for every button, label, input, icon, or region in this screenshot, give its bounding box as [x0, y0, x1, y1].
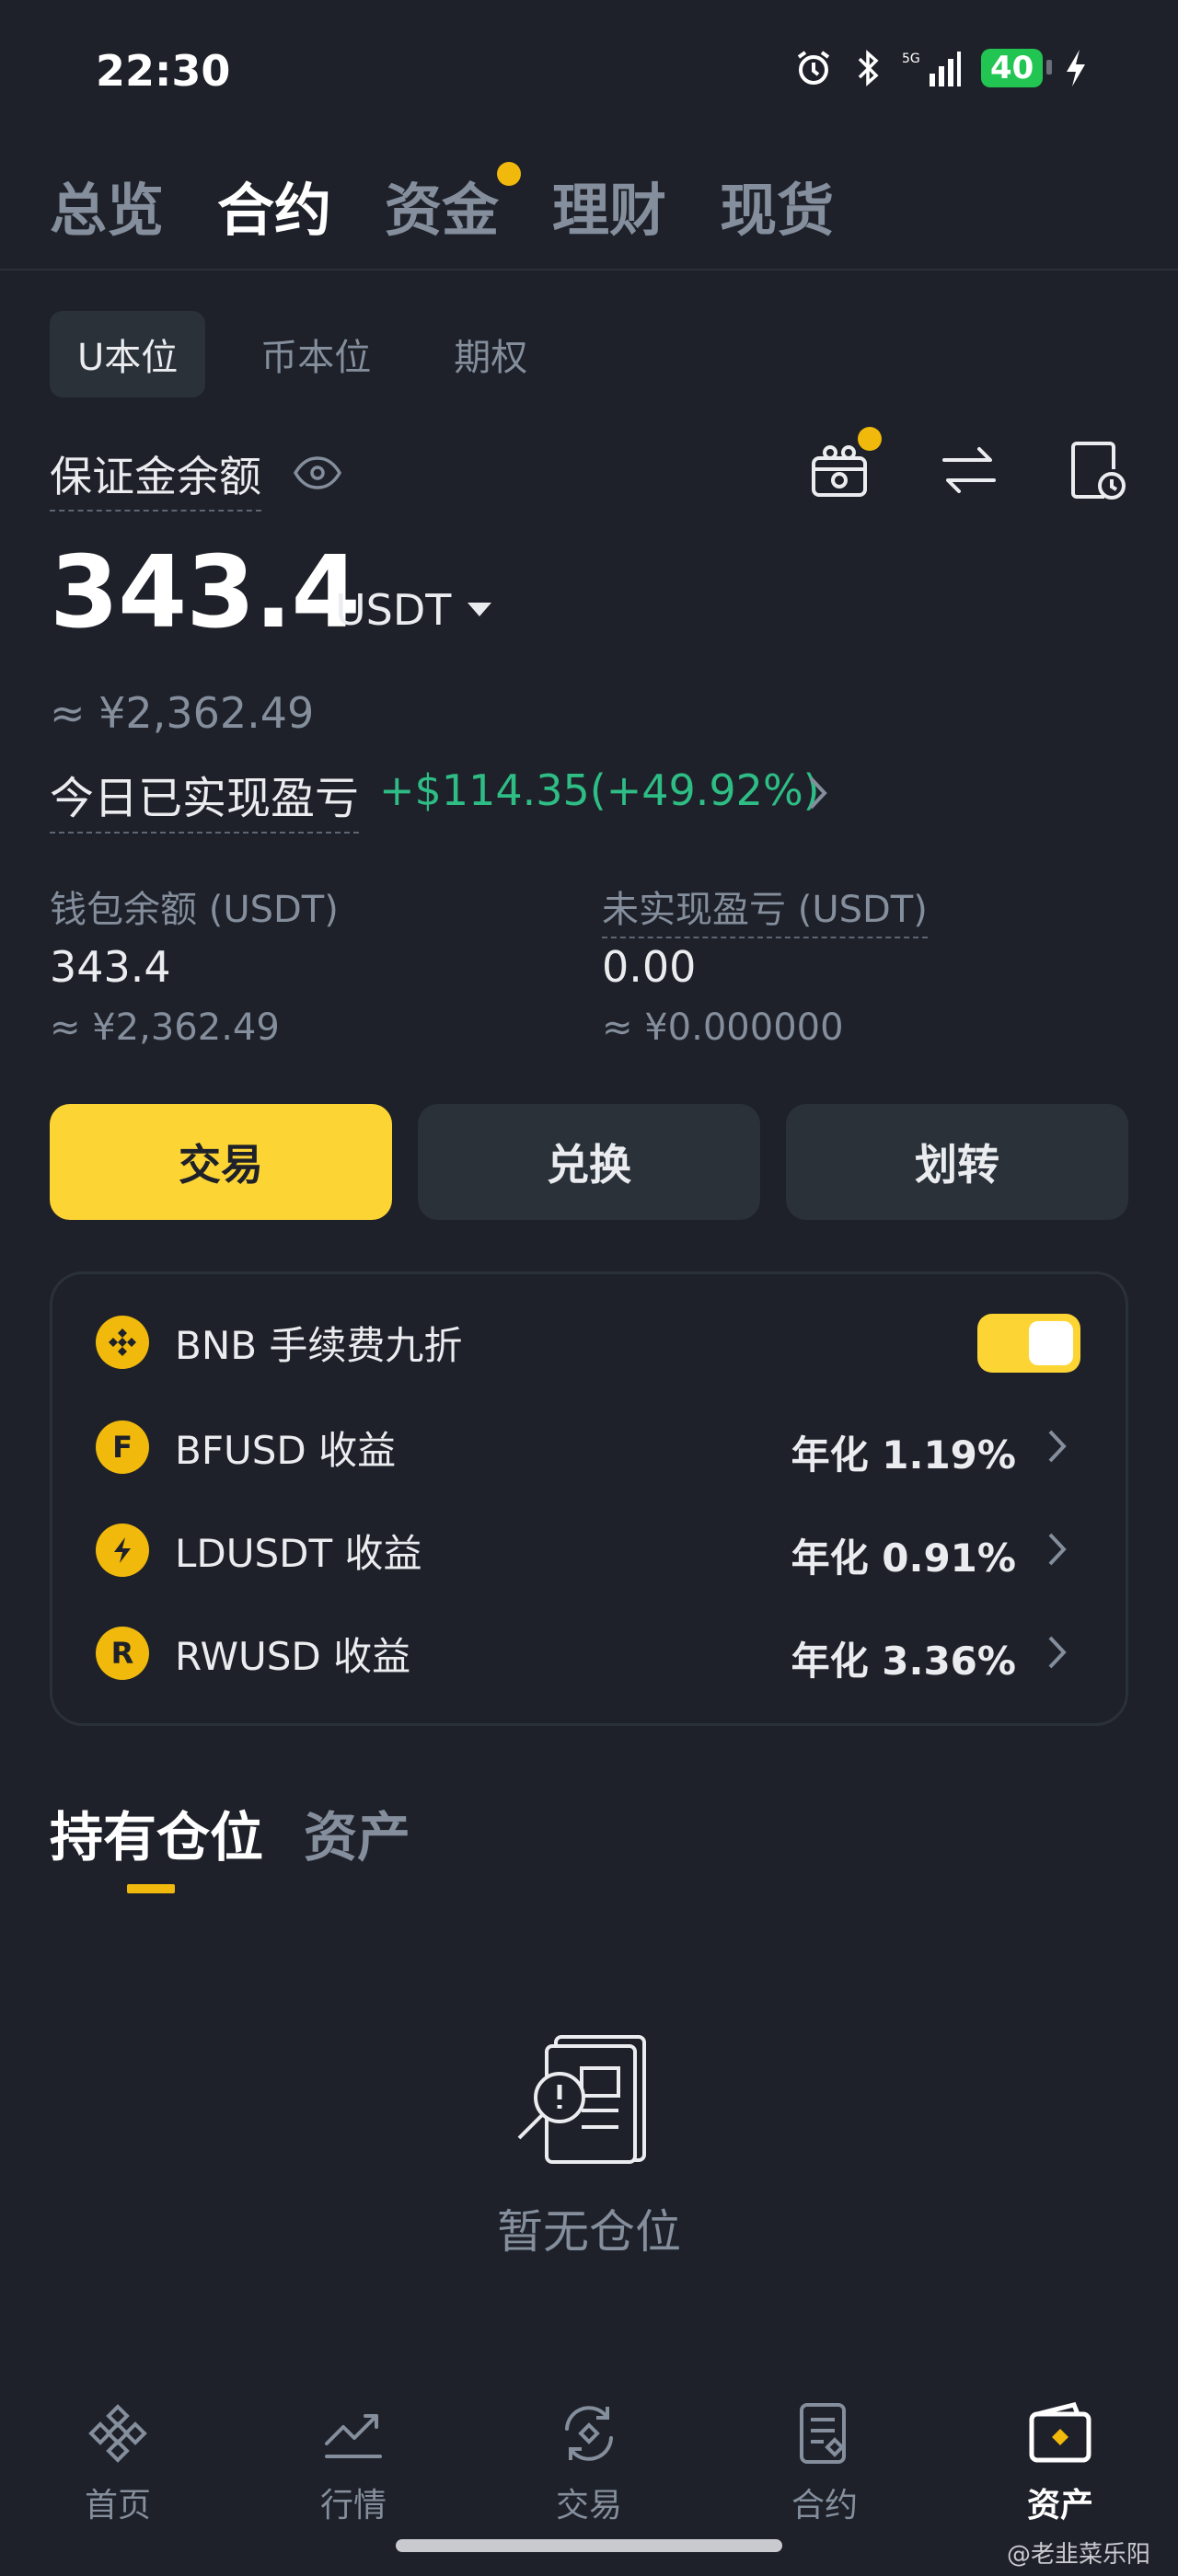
earn-row[interactable]: F BFUSD 收益 [96, 1415, 396, 1479]
active-tab-indicator [127, 1884, 175, 1893]
transfer-icon[interactable] [939, 440, 999, 500]
earn-row-label: BFUSD 收益 [175, 1427, 397, 1473]
status-time: 22:30 [96, 46, 231, 96]
unrealized-pnl-label[interactable]: 未实现盈亏 (USDT) [602, 880, 928, 938]
nav-trade[interactable]: 交易 [471, 2401, 707, 2526]
earn-row-rate: 年化 0.91% [791, 1535, 1016, 1581]
nav-label: 资产 [1026, 2487, 1093, 2524]
earn-row[interactable]: R RWUSD 收益 [96, 1621, 410, 1685]
balance-approx-cny: ≈ ¥2,362.49 [50, 688, 315, 738]
nav-label: 合约 [791, 2487, 858, 2524]
history-icon[interactable] [1068, 440, 1128, 502]
chevron-right-icon[interactable] [1045, 1634, 1069, 1671]
nav-label: 交易 [555, 2487, 622, 2524]
tab-usdm[interactable]: U本位 [50, 311, 206, 397]
notification-dot [497, 162, 522, 186]
nav-futures[interactable]: 合约 [707, 2401, 942, 2526]
charging-icon [1067, 50, 1086, 86]
convert-button[interactable]: 兑换 [418, 1104, 760, 1220]
caret-down-icon[interactable] [468, 603, 491, 616]
trade-icon [565, 2406, 613, 2461]
bfusd-coin-icon: F [96, 1420, 149, 1474]
top-tabs: 总览 合约 资金 理财 现货 [50, 162, 834, 247]
empty-positions-text: 暂无仓位 [497, 2205, 681, 2259]
tab-futures[interactable]: 合约 [217, 164, 331, 247]
tab-assets[interactable]: 资产 [304, 1794, 410, 1871]
bluetooth-icon [858, 50, 879, 86]
divider [0, 269, 1178, 270]
home-icon [88, 2404, 147, 2463]
wallet-balance-value: 343.4 [50, 942, 171, 992]
realized-pnl-label[interactable]: 今日已实现盈亏 [50, 762, 360, 834]
sub-tabs: U本位 币本位 期权 [50, 311, 555, 397]
unrealized-pnl-approx: ≈ ¥0.000000 [602, 1006, 844, 1049]
earn-row-rate: 年化 1.19% [791, 1432, 1016, 1478]
tab-overview[interactable]: 总览 [50, 164, 164, 247]
rwusd-coin-icon: R [96, 1627, 149, 1680]
wallet-balance-approx: ≈ ¥2,362.49 [50, 1006, 280, 1049]
tab-funding-label: 资金 [385, 177, 500, 244]
wallet-icon [1029, 2402, 1091, 2463]
status-icons: 5G 40 [793, 48, 1089, 88]
bnb-discount-label: BNB 手续费九折 [175, 1322, 463, 1368]
earn-row-label: LDUSDT 收益 [175, 1530, 422, 1576]
tab-spot[interactable]: 现货 [720, 164, 834, 247]
empty-document-icon [517, 2035, 646, 2164]
bnb-coin-icon [96, 1316, 149, 1369]
tab-funding[interactable]: 资金 [385, 162, 522, 247]
earn-row-rate: 年化 3.36% [791, 1639, 1016, 1684]
tab-coinm[interactable]: 币本位 [233, 311, 398, 397]
chevron-right-icon[interactable] [1045, 1531, 1069, 1568]
alarm-icon [797, 51, 830, 85]
tab-options[interactable]: 期权 [426, 311, 555, 397]
gift-icon [812, 445, 867, 497]
bnb-discount-row: BNB 手续费九折 [96, 1310, 462, 1374]
nav-label: 行情 [319, 2487, 387, 2524]
nav-assets[interactable]: 资产 [942, 2401, 1178, 2526]
nav-label: 首页 [84, 2487, 151, 2524]
margin-balance-amount: 343.4 [50, 535, 361, 650]
eye-icon[interactable] [293, 454, 342, 491]
watermark: @老韭菜乐阳 [1007, 2541, 1151, 2569]
futures-icon [800, 2403, 846, 2464]
nav-markets[interactable]: 行情 [236, 2401, 471, 2526]
rewards-button[interactable] [808, 427, 882, 506]
signal-icon: 5G [902, 52, 961, 86]
realized-pnl-value[interactable]: +$114.35(+49.92%) [379, 765, 820, 815]
home-indicator[interactable] [396, 2539, 782, 2552]
notification-dot [858, 427, 882, 451]
margin-balance-label[interactable]: 保证金余额 [50, 443, 261, 512]
unrealized-pnl-value: 0.00 [602, 942, 697, 992]
chevron-right-icon[interactable] [1045, 1428, 1069, 1465]
nav-home[interactable]: 首页 [0, 2401, 236, 2526]
toggle-knob [1029, 1321, 1073, 1365]
balance-unit-selector[interactable]: USDT [335, 585, 451, 635]
transfer-button[interactable]: 划转 [786, 1104, 1128, 1220]
wallet-balance-label: 钱包余额 (USDT) [50, 889, 339, 931]
chart-icon [325, 2414, 382, 2458]
trade-button[interactable]: 交易 [50, 1104, 392, 1220]
earn-row[interactable]: LDUSDT 收益 [96, 1518, 422, 1582]
ldusdt-coin-icon [96, 1524, 149, 1577]
tab-open-positions[interactable]: 持有仓位 [50, 1794, 263, 1871]
earn-row-label: RWUSD 收益 [175, 1633, 411, 1679]
chevron-right-icon[interactable] [806, 775, 830, 811]
bnb-discount-toggle[interactable] [977, 1314, 1080, 1373]
tab-earn[interactable]: 理财 [552, 164, 666, 247]
svg-text:5G: 5G [902, 52, 920, 66]
battery-indicator: 40 [981, 49, 1053, 87]
